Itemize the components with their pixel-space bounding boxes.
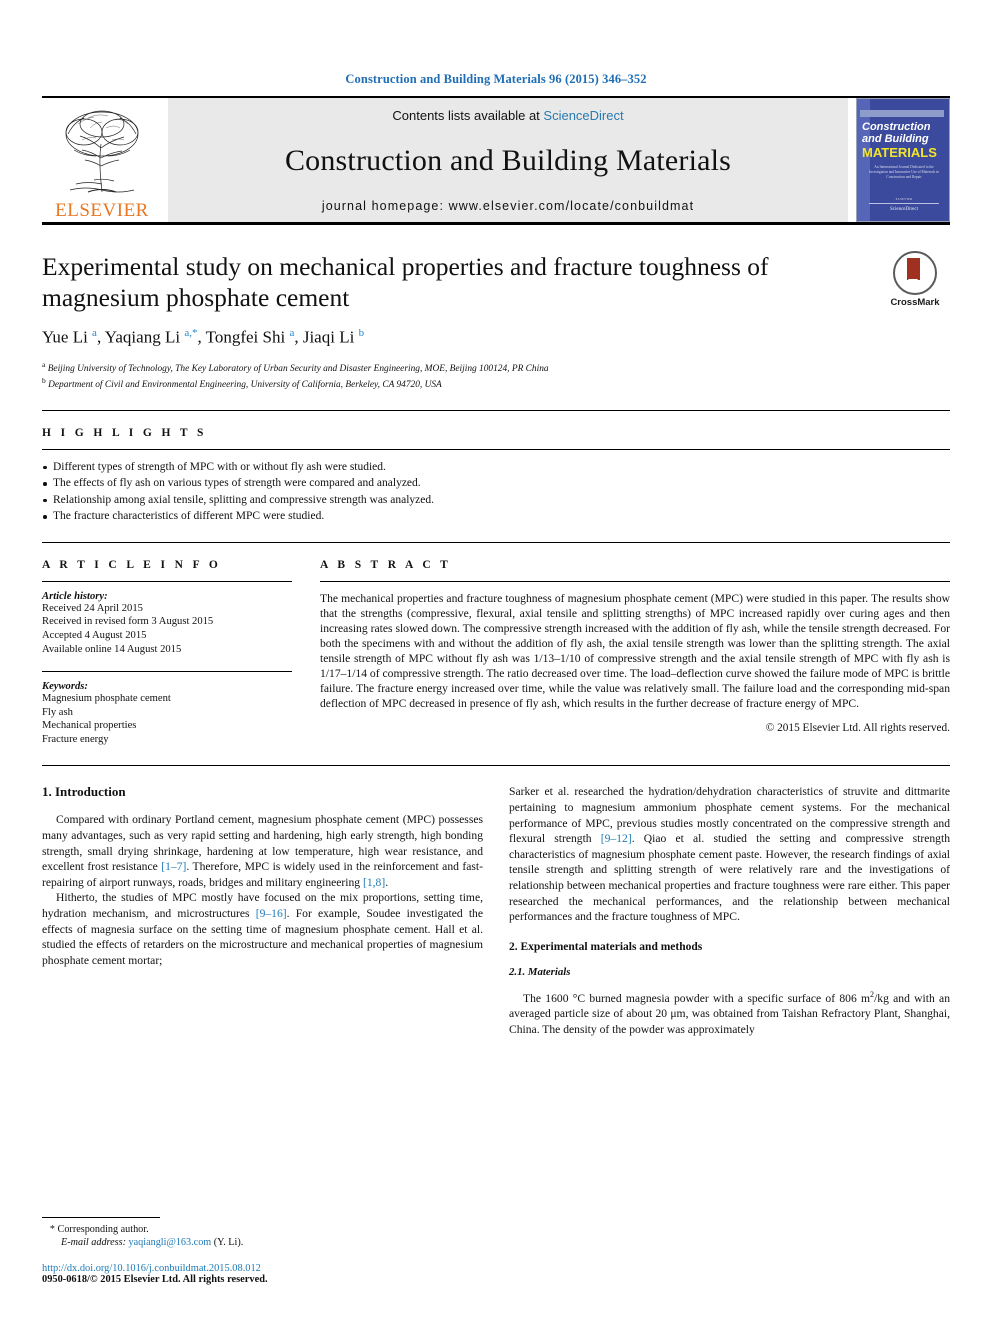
materials-paragraph-1: The 1600 °C burned magnesia powder with …: [509, 987, 950, 1038]
crossmark-icon: [893, 251, 937, 295]
sciencedirect-link[interactable]: ScienceDirect: [543, 108, 623, 123]
abstract-heading: A B S T R A C T: [320, 558, 452, 571]
affiliation-b-text: Department of Civil and Environmental En…: [48, 380, 442, 391]
affiliation-a-text: Beijing University of Technology, The Ke…: [47, 363, 549, 374]
article-history-label: Article history:: [42, 590, 108, 602]
right-paragraph-1: Sarker et al. researched the hydration/d…: [509, 784, 950, 924]
cover-footer: ELSEVIER ScienceDirect: [869, 197, 939, 212]
body-right-column: Sarker et al. researched the hydration/d…: [509, 784, 950, 1037]
list-item: The fracture characteristics of differen…: [42, 508, 950, 525]
journal-title: Construction and Building Materials: [284, 144, 732, 177]
asterisk-icon: *: [49, 1223, 55, 1235]
body-left-column: 1. Introduction Compared with ordinary P…: [42, 784, 483, 1037]
paper-page: Construction and Building Materials 96 (…: [0, 0, 992, 1323]
intro-paragraph-1: Compared with ordinary Portland cement, …: [42, 812, 483, 890]
affiliation-list: a Beijing University of Technology, The …: [42, 359, 950, 392]
keyword-item: Magnesium phosphate cement: [42, 693, 171, 705]
cover-top-bar: [860, 110, 944, 117]
corresponding-author-line: * Corresponding author.: [42, 1223, 466, 1237]
email-link[interactable]: yaqiangli@163.com: [129, 1237, 212, 1248]
keywords-group: Keywords: Magnesium phosphate cement Fly…: [42, 681, 292, 746]
affiliation-b: b Department of Civil and Environmental …: [42, 376, 442, 391]
article-info-column: A R T I C L E I N F O Article history: R…: [42, 559, 320, 747]
highlights-inner-rule: [42, 448, 950, 450]
elsevier-wordmark: ELSEVIER: [55, 200, 149, 221]
affiliation-a: a Beijing University of Technology, The …: [42, 359, 549, 374]
crossmark-book-shape: [907, 258, 920, 286]
intro-paragraph-2: Hitherto, the studies of MPC mostly have…: [42, 890, 483, 968]
history-available-online: Available online 14 August 2015: [42, 643, 182, 655]
crossmark-badge-group[interactable]: CrossMark: [880, 251, 950, 308]
footnote-rule: [42, 1216, 160, 1218]
corresponding-author-text: Corresponding author.: [57, 1223, 149, 1235]
email-line: E-mail address: yaqiangli@163.com (Y. Li…: [42, 1236, 466, 1250]
citation-ref[interactable]: [1–7]: [161, 860, 186, 873]
title-block: CrossMark Experimental study on mechanic…: [42, 251, 950, 392]
keywords-rule: [42, 671, 292, 673]
elsevier-tree-icon: [65, 110, 139, 193]
abstract-copyright: © 2015 Elsevier Ltd. All rights reserved…: [765, 722, 950, 735]
keyword-item: Mechanical properties: [42, 720, 137, 732]
list-item: Different types of strength of MPC with …: [42, 459, 950, 476]
masthead-center: Contents lists available at ScienceDirec…: [168, 98, 848, 222]
cover-title-line3: MATERIALS: [862, 145, 937, 160]
list-item: The effects of fly ash on various types …: [42, 475, 950, 492]
issn-copyright-line: 0950-0618/© 2015 Elsevier Ltd. All right…: [42, 1274, 268, 1285]
cover-footer-publisher: ELSEVIER: [869, 197, 939, 204]
author-list: Yue Li a, Yaqiang Li a,*, Tongfei Shi a,…: [42, 327, 365, 347]
abstract-text: The mechanical properties and fracture t…: [320, 591, 950, 711]
cover-blurb: An International Journal Dedicated to th…: [869, 165, 939, 179]
footnote-block: * Corresponding author. E-mail address: …: [42, 1216, 466, 1285]
intro-p1-text-c: .: [385, 875, 389, 889]
citation-ref[interactable]: [1,8]: [363, 876, 385, 889]
elsevier-logo: ELSEVIER: [42, 98, 162, 222]
email-label: E-mail address:: [61, 1237, 126, 1249]
history-revised: Received in revised form 3 August 2015: [42, 616, 214, 628]
journal-masthead: ELSEVIER Contents lists available at Sci…: [42, 98, 950, 222]
cover-title-line1: Construction: [862, 121, 931, 133]
highlights-section: H I G H L I G H T S Different types of s…: [42, 411, 950, 525]
right-p1-text-b: . Qiao et al. studied the setting and co…: [509, 832, 950, 924]
subsection-heading-materials: 2.1. Materials: [509, 965, 571, 978]
section-heading-introduction: 1. Introduction: [42, 784, 126, 800]
journal-cover-thumbnail: Construction and Building MATERIALS An I…: [856, 98, 950, 222]
materials-text-a: The 1600 °C burned magnesia powder with …: [523, 991, 871, 1005]
article-info-rule: [42, 580, 292, 582]
history-received: Received 24 April 2015: [42, 602, 143, 614]
highlights-heading: H I G H L I G H T S: [42, 426, 207, 439]
cover-footer-label: ScienceDirect: [889, 207, 919, 212]
contents-prefix: Contents lists available at: [392, 108, 544, 123]
running-head: Construction and Building Materials 96 (…: [345, 72, 647, 86]
citation-ref[interactable]: [9–16]: [256, 907, 287, 920]
doi-link[interactable]: http://dx.doi.org/10.1016/j.conbuildmat.…: [42, 1263, 466, 1274]
abstract-column: A B S T R A C T The mechanical propertie…: [320, 559, 950, 747]
keyword-item: Fly ash: [42, 706, 73, 718]
journal-homepage[interactable]: journal homepage: www.elsevier.com/locat…: [322, 199, 694, 213]
cover-title-line2: and Building: [862, 133, 929, 145]
masthead-bottom-rule: [42, 222, 950, 225]
keywords-label: Keywords:: [42, 681, 88, 693]
highlights-list: Different types of strength of MPC with …: [42, 459, 950, 525]
article-history-group: Article history: Received 24 April 2015 …: [42, 591, 292, 656]
email-suffix: (Y. Li).: [213, 1237, 244, 1249]
body-columns: 1. Introduction Compared with ordinary P…: [42, 766, 950, 1037]
article-info-heading: A R T I C L E I N F O: [42, 558, 222, 571]
citation-ref[interactable]: [9–12]: [601, 832, 632, 845]
section-heading-experimental: 2. Experimental materials and methods: [509, 940, 703, 953]
contents-available-line: Contents lists available at ScienceDirec…: [392, 108, 623, 123]
crossmark-label: CrossMark: [890, 297, 940, 308]
info-abstract-row: A R T I C L E I N F O Article history: R…: [42, 543, 950, 747]
abstract-rule: [320, 580, 950, 582]
keyword-item: Fracture energy: [42, 733, 109, 745]
page-title: Experimental study on mechanical propert…: [42, 252, 769, 312]
list-item: Relationship among axial tensile, splitt…: [42, 492, 950, 509]
history-accepted: Accepted 4 August 2015: [42, 629, 147, 641]
